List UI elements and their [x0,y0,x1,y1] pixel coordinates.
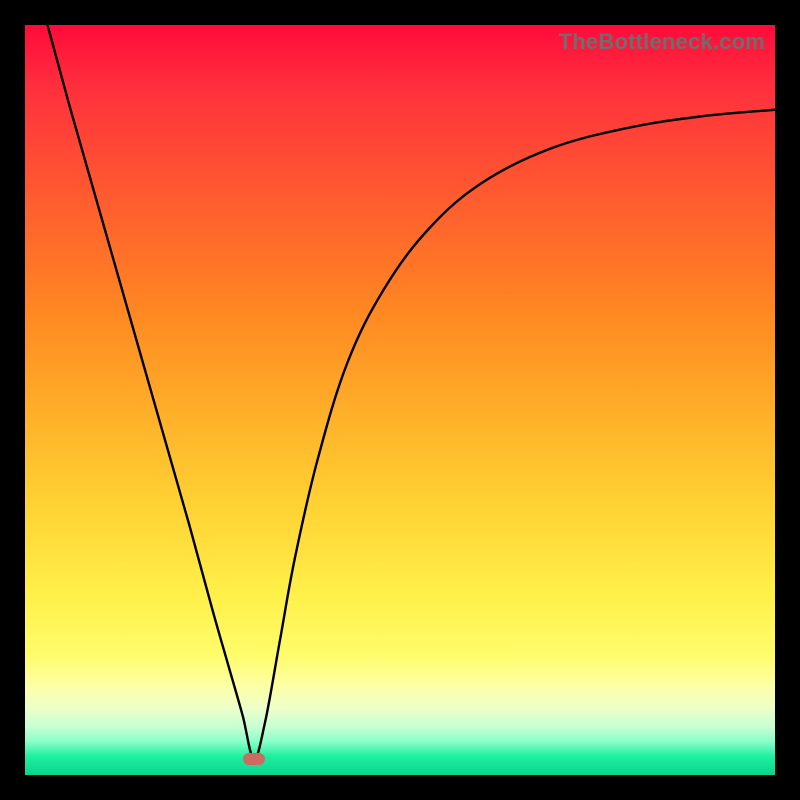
chart-frame: TheBottleneck.com [0,0,800,800]
plot-area: TheBottleneck.com [25,25,775,775]
optimal-point-marker [243,753,265,765]
bottleneck-curve [48,25,776,759]
curve-svg [25,25,775,775]
